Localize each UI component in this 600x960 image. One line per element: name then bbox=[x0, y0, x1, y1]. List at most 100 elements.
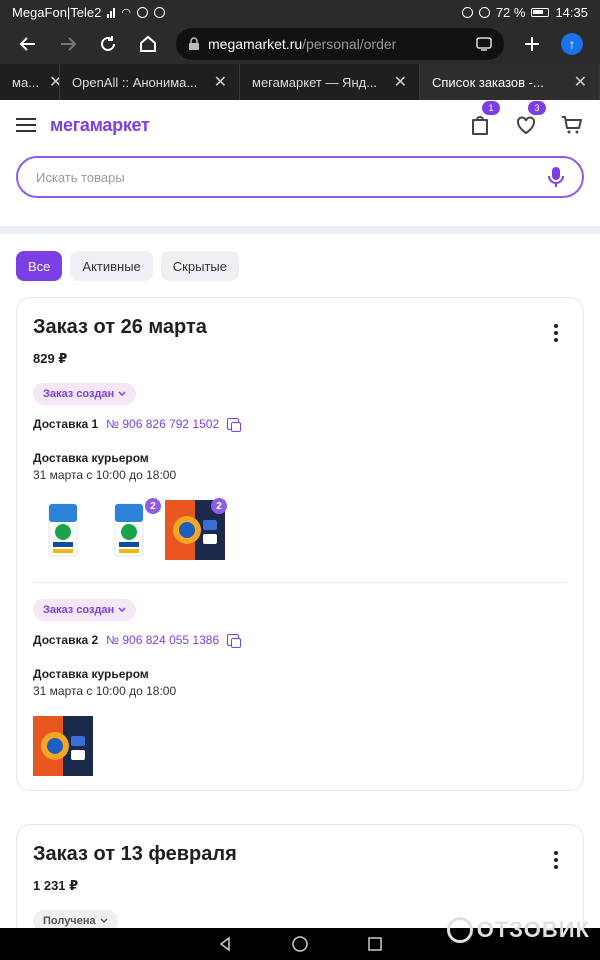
filter-hidden[interactable]: Скрытые bbox=[160, 251, 239, 281]
browser-tab[interactable]: OpenAll :: Анонима... ✕ bbox=[60, 64, 240, 100]
browser-tab[interactable]: мегамаркет — Янд... ✕ bbox=[240, 64, 420, 100]
cart-icon bbox=[562, 116, 582, 134]
tab-title: Список заказов -... bbox=[432, 74, 544, 90]
settings-icon bbox=[136, 6, 148, 18]
search-box bbox=[16, 156, 584, 198]
more-options-icon[interactable] bbox=[553, 324, 559, 342]
search-input[interactable] bbox=[36, 169, 548, 185]
back-button[interactable] bbox=[8, 26, 48, 62]
delivery-header: Доставка 1 № 906 826 792 1502 bbox=[33, 417, 567, 432]
tab-title: ма... bbox=[12, 74, 40, 90]
nav-back-icon[interactable] bbox=[217, 936, 233, 952]
close-icon[interactable]: ✕ bbox=[574, 72, 587, 92]
section-divider bbox=[0, 226, 600, 234]
site-logo[interactable]: мегамаркет bbox=[50, 115, 150, 136]
chevron-down-icon bbox=[118, 607, 126, 613]
ariel-package-image bbox=[48, 503, 78, 557]
delivery-label: Доставка 2 bbox=[33, 633, 99, 647]
carrier-name: MegaFon|Tele2 bbox=[12, 4, 102, 20]
nav-recents-icon[interactable] bbox=[367, 936, 383, 952]
order-sum: 829 ₽ bbox=[33, 351, 68, 366]
orders-badge: 1 bbox=[482, 101, 500, 115]
home-button[interactable] bbox=[128, 26, 168, 62]
product-thumbnail[interactable]: 2 bbox=[99, 498, 161, 560]
reload-button[interactable] bbox=[88, 26, 128, 62]
order-filters: Все Активные Скрытые bbox=[16, 251, 239, 281]
watermark-logo-icon bbox=[446, 917, 473, 943]
order-title[interactable]: Заказ от 13 февраля bbox=[33, 843, 567, 866]
update-button[interactable]: ↑ bbox=[552, 26, 592, 62]
ariel-package-image bbox=[114, 503, 144, 557]
product-thumbnail[interactable] bbox=[33, 500, 93, 560]
delivery-method: Доставка курьером bbox=[33, 451, 149, 465]
close-icon[interactable]: ✕ bbox=[394, 72, 407, 92]
browser-toolbar: megamarket.ru/personal/order ↑ bbox=[0, 24, 600, 64]
new-tab-button[interactable] bbox=[512, 26, 552, 62]
site-header: мегамаркет 1 3 bbox=[0, 100, 600, 150]
arrow-left-icon bbox=[19, 37, 35, 51]
url-domain: megamarket.ru bbox=[208, 36, 303, 52]
battery-level: 72 % bbox=[495, 4, 526, 20]
product-thumbnails: 2 2 bbox=[33, 498, 567, 560]
delivery-label: Доставка 1 bbox=[33, 417, 99, 431]
watermark-text: ОТЗОВИК bbox=[476, 917, 590, 942]
battery-icon bbox=[531, 7, 550, 17]
cart-button[interactable] bbox=[560, 113, 584, 137]
reload-icon bbox=[101, 36, 115, 51]
signal-icon bbox=[107, 7, 116, 18]
order-title[interactable]: Заказ от 26 марта bbox=[33, 316, 567, 339]
product-thumbnail[interactable] bbox=[33, 716, 93, 776]
lock-icon bbox=[189, 37, 199, 50]
watermark: ОТЗОВИК bbox=[446, 917, 590, 943]
address-bar[interactable]: megamarket.ru/personal/order bbox=[176, 28, 504, 60]
close-icon[interactable]: ✕ bbox=[214, 72, 227, 92]
notification-icon bbox=[153, 6, 165, 18]
orders-button[interactable]: 1 bbox=[468, 101, 500, 137]
delivery-divider bbox=[33, 582, 567, 583]
browser-tab[interactable]: ма... ✕ bbox=[0, 64, 60, 100]
heart-icon bbox=[517, 116, 535, 135]
clock: 14:35 bbox=[555, 4, 588, 20]
home-icon bbox=[140, 35, 156, 52]
filter-active[interactable]: Активные bbox=[70, 251, 153, 281]
chevron-down-icon bbox=[118, 391, 126, 397]
copy-icon[interactable] bbox=[227, 634, 242, 648]
order-sum: 1 231 ₽ bbox=[33, 878, 79, 893]
delivery-number: № 906 824 055 1386 bbox=[106, 633, 220, 647]
delivery-slot: 31 марта с 10:00 до 18:00 bbox=[33, 684, 177, 698]
eye-icon bbox=[461, 6, 473, 18]
alarm-icon bbox=[478, 6, 490, 18]
tide-package-image bbox=[33, 716, 93, 776]
status-badge[interactable]: Заказ создан bbox=[33, 599, 137, 621]
quantity-badge: 2 bbox=[211, 498, 227, 514]
forward-button[interactable] bbox=[48, 26, 88, 62]
delivery-slot: 31 марта с 10:00 до 18:00 bbox=[33, 468, 177, 482]
delivery-header: Доставка 2 № 906 824 055 1386 bbox=[33, 633, 567, 648]
quantity-badge: 2 bbox=[145, 498, 161, 514]
delivery-method: Доставка курьером bbox=[33, 667, 149, 681]
filter-all[interactable]: Все bbox=[16, 251, 63, 281]
nav-home-icon[interactable] bbox=[291, 935, 309, 953]
close-icon[interactable]: ✕ bbox=[49, 72, 59, 92]
system-status-bar: MegaFon|Tele2 ◠ 72 % 14:35 bbox=[0, 0, 600, 24]
product-thumbnail[interactable]: 2 bbox=[165, 498, 227, 560]
order-card: Заказ от 26 марта 829 ₽ Заказ создан Дос… bbox=[16, 297, 584, 791]
status-badge[interactable]: Заказ создан bbox=[33, 383, 137, 405]
wifi-icon: ◠ bbox=[121, 6, 131, 19]
product-thumbnails bbox=[33, 716, 567, 776]
chevron-down-icon bbox=[100, 918, 108, 924]
delivery-number: № 906 826 792 1502 bbox=[106, 417, 220, 431]
arrow-right-icon bbox=[61, 37, 77, 51]
microphone-icon[interactable] bbox=[548, 166, 564, 188]
tab-strip: ма... ✕ OpenAll :: Анонима... ✕ мегамарк… bbox=[0, 64, 600, 100]
reader-mode-icon[interactable] bbox=[476, 37, 492, 51]
url-path: /personal/order bbox=[302, 36, 397, 52]
tab-title: мегамаркет — Янд... bbox=[252, 74, 378, 90]
favorites-button[interactable]: 3 bbox=[514, 101, 546, 137]
tab-title: OpenAll :: Анонима... bbox=[72, 74, 198, 90]
browser-tab-active[interactable]: Список заказов -... ✕ bbox=[420, 64, 600, 100]
menu-icon[interactable] bbox=[16, 118, 36, 132]
copy-icon[interactable] bbox=[227, 418, 242, 432]
status-label: Заказ создан bbox=[43, 604, 115, 616]
more-options-icon[interactable] bbox=[553, 851, 559, 869]
